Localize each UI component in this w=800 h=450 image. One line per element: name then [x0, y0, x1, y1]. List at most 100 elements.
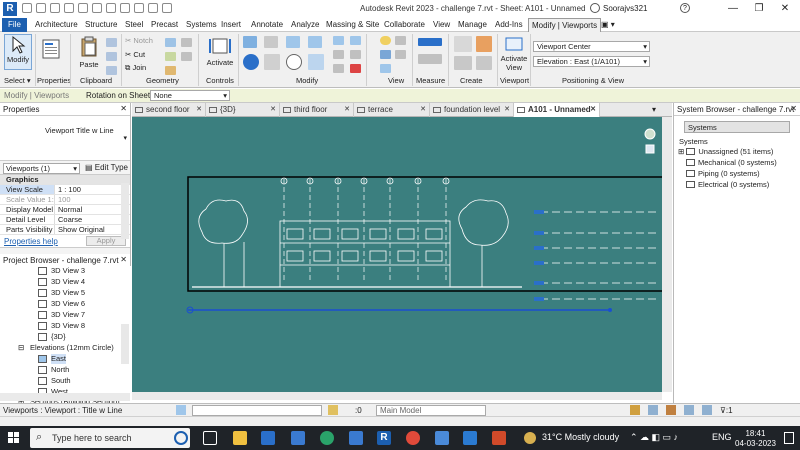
clock[interactable]: 18:41 04-03-2023 [735, 429, 776, 449]
revit-taskbar-icon[interactable]: R [377, 431, 391, 445]
minimize-button[interactable]: — [720, 0, 746, 18]
property-value[interactable]: Coarse [55, 215, 130, 224]
select-links-icon[interactable] [630, 405, 640, 415]
tab-steel[interactable]: Steel [122, 18, 146, 32]
select-by-face-icon[interactable] [684, 405, 694, 415]
dimension-icon[interactable] [418, 54, 442, 64]
powerpoint-icon[interactable] [492, 431, 506, 445]
create-assembly-icon[interactable] [454, 36, 472, 52]
tree-group-elevations[interactable]: Elevations (12mm Circle) [30, 343, 114, 353]
text-qat-icon[interactable] [120, 3, 130, 13]
filter-view-icon[interactable] [380, 64, 391, 73]
select-pinned-icon[interactable] [666, 405, 676, 415]
maximize-button[interactable]: ❐ [746, 0, 772, 18]
project-browser-scrollbar[interactable] [121, 324, 129, 364]
array-icon[interactable] [350, 36, 361, 45]
system-item[interactable]: Mechanical (0 systems) [686, 158, 777, 168]
property-row[interactable]: Scale Value 1: 100 [0, 195, 130, 205]
linework-icon[interactable] [395, 50, 406, 59]
open-icon[interactable] [22, 3, 32, 13]
view-template-icon[interactable] [380, 50, 391, 59]
hide-bulb-icon[interactable] [380, 36, 391, 45]
notch-button[interactable]: ✂ Notch [125, 36, 153, 45]
doc-tab[interactable]: third floor ✕ [280, 103, 354, 117]
properties-scrollbar[interactable] [121, 183, 129, 239]
3d-view-qat-icon[interactable] [134, 3, 144, 13]
cut-button[interactable]: ✂ Cut [125, 50, 145, 59]
close-views-qat-icon[interactable] [162, 3, 172, 13]
notifications-icon[interactable] [784, 432, 794, 444]
offset-icon[interactable] [264, 36, 278, 48]
tree-item[interactable]: 3D View 4 [51, 277, 85, 287]
task-view-icon[interactable] [203, 431, 217, 445]
tree-item[interactable]: 3D View 5 [51, 288, 85, 298]
weather-text[interactable]: 31°C Mostly cloudy [542, 432, 619, 442]
pin-icon[interactable] [350, 50, 361, 59]
property-value[interactable]: Normal [55, 205, 130, 214]
system-item[interactable]: ⊞ Unassigned (51 items) [678, 147, 773, 157]
teams-icon[interactable] [435, 431, 449, 445]
system-item[interactable]: Electrical (0 systems) [686, 180, 769, 190]
properties-help-link[interactable]: Properties help [4, 237, 58, 246]
properties-button[interactable] [38, 38, 64, 68]
windows-start-icon[interactable] [8, 432, 20, 444]
chrome-icon[interactable] [406, 431, 420, 445]
tree-item[interactable]: 3D View 3 [51, 266, 85, 276]
close-button[interactable]: ✕ [772, 0, 798, 18]
edit-type-button[interactable]: ▤ Edit Type [85, 163, 128, 172]
viewport-view-dropdown[interactable]: Elevation : East (1/A101) ▾ [533, 56, 650, 67]
tree-item[interactable]: {3D} [51, 332, 66, 342]
property-row[interactable]: Detail Level Coarse [0, 215, 130, 225]
tree-item[interactable]: South [51, 376, 71, 386]
tab-precast[interactable]: Precast [148, 18, 181, 32]
system-browser-filter[interactable]: Systems [684, 121, 790, 133]
filter-count[interactable]: ⊽:1 [720, 406, 733, 415]
file-explorer-icon[interactable] [233, 431, 247, 445]
doc-tab[interactable]: {3D} ✕ [206, 103, 280, 117]
store-icon[interactable] [261, 431, 275, 445]
close-icon[interactable]: ✕ [120, 104, 127, 113]
tab-overflow-icon[interactable]: ▾ [652, 105, 656, 114]
viewport-position-dropdown[interactable]: Viewport Center ▾ [533, 41, 650, 52]
tab-systems[interactable]: Systems [183, 18, 220, 32]
design-option-select[interactable]: Main Model [376, 405, 486, 416]
close-icon[interactable]: ✕ [196, 103, 202, 117]
split-face-icon[interactable] [165, 52, 176, 61]
weather-icon[interactable] [524, 432, 536, 444]
property-value[interactable]: 100 [55, 195, 130, 204]
tree-item[interactable]: North [51, 365, 69, 375]
property-row[interactable]: View Scale 1 : 100 [0, 185, 130, 195]
doc-tab[interactable]: foundation level ✕ [430, 103, 514, 117]
design-options-icon[interactable] [328, 405, 338, 415]
tab-collaborate[interactable]: Collaborate [381, 18, 428, 32]
scale-icon[interactable] [333, 50, 344, 59]
apply-button[interactable]: Apply [86, 236, 126, 246]
activate-button[interactable]: Activate [205, 36, 235, 70]
unpin-icon[interactable] [333, 64, 344, 73]
property-value[interactable]: 1 : 100 [55, 185, 130, 194]
delete-icon[interactable] [350, 64, 361, 73]
property-row[interactable]: Display Model Normal [0, 205, 130, 215]
tray-icons[interactable]: ⌃ ☁ ◧ ▭ ♪ [630, 432, 678, 443]
select-underlay-icon[interactable] [648, 405, 658, 415]
wall-join-icon[interactable] [165, 38, 176, 47]
user-name[interactable]: Soorajvs321 [603, 4, 647, 13]
doc-tab[interactable]: second floor ✕ [132, 103, 206, 117]
user-icon[interactable] [590, 3, 600, 13]
graphics-group[interactable]: Graphics [0, 175, 130, 185]
close-icon[interactable]: ✕ [270, 103, 276, 117]
tab-annotate[interactable]: Annotate [248, 18, 286, 32]
cortana-icon[interactable] [174, 431, 188, 445]
sync-icon[interactable] [50, 3, 60, 13]
tree-item[interactable]: 3D View 6 [51, 299, 85, 309]
paste-button[interactable]: Paste [77, 36, 101, 70]
mirror-axis-icon[interactable] [286, 36, 300, 48]
ribbon-minimize-icon[interactable]: ▣ ▾ [598, 18, 618, 32]
property-row[interactable]: Parts Visibility Show Original [0, 225, 130, 235]
tab-analyze[interactable]: Analyze [288, 18, 322, 32]
tab-architecture[interactable]: Architecture [32, 18, 81, 32]
join-button[interactable]: ⧉ Join [125, 63, 146, 73]
measure-distance-icon[interactable] [418, 38, 442, 46]
type-selector[interactable]: Viewport Title w Line ▾ [0, 116, 130, 161]
create-similar-icon[interactable] [476, 56, 492, 70]
